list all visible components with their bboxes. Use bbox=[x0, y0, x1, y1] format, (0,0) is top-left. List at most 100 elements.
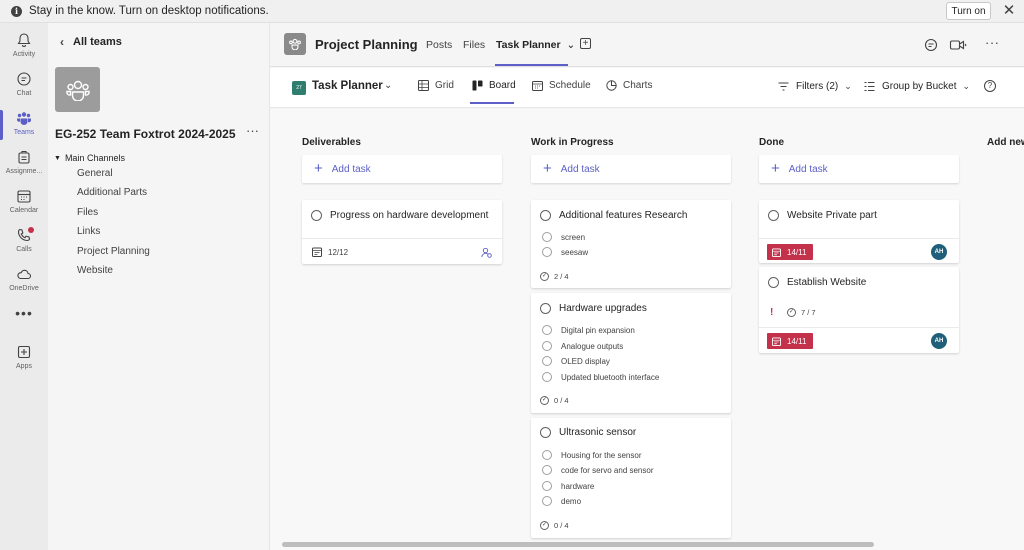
bucket-title[interactable]: Work in Progress bbox=[531, 137, 614, 148]
chevron-down-icon[interactable]: ⌄ bbox=[384, 80, 392, 91]
view-board[interactable]: Board bbox=[472, 80, 516, 91]
complete-task-checkbox[interactable] bbox=[768, 277, 779, 288]
plus-icon: + bbox=[771, 160, 780, 177]
rail-item-teams[interactable]: Teams bbox=[0, 106, 48, 144]
team-name[interactable]: EG-252 Team Foxtrot 2024-2025 bbox=[55, 127, 245, 141]
plan-name[interactable]: Task Planner bbox=[312, 80, 383, 92]
channel-project-planning[interactable]: Project Planning bbox=[77, 246, 150, 257]
rail-item-onedrive[interactable]: OneDrive bbox=[0, 262, 48, 300]
view-schedule[interactable]: Schedule bbox=[532, 80, 591, 91]
video-call-icon[interactable] bbox=[949, 38, 967, 52]
checklist-item-checkbox[interactable] bbox=[542, 341, 552, 351]
checklist-item: screen bbox=[561, 233, 586, 242]
rail-item-assignments[interactable]: Assignme... bbox=[0, 145, 48, 183]
checklist-progress-text: 2 / 4 bbox=[554, 272, 569, 281]
view-grid[interactable]: Grid bbox=[418, 80, 454, 91]
complete-task-checkbox[interactable] bbox=[768, 210, 779, 221]
rail-item-apps[interactable]: Apps bbox=[0, 340, 48, 378]
close-icon[interactable]: ✕ bbox=[1002, 3, 1016, 19]
rail-label: Apps bbox=[16, 363, 32, 370]
assign-person-icon[interactable] bbox=[481, 247, 492, 258]
checklist-item-checkbox[interactable] bbox=[542, 325, 552, 335]
bucket-title[interactable]: Done bbox=[759, 137, 784, 148]
group-by-button[interactable]: Group by Bucket ⌄ bbox=[864, 81, 970, 92]
divider bbox=[759, 238, 959, 239]
due-date-text: 14/11 bbox=[787, 247, 807, 257]
teams-icon bbox=[17, 112, 31, 125]
horizontal-scrollbar[interactable] bbox=[282, 542, 874, 547]
checklist-progress-text: 0 / 4 bbox=[554, 521, 569, 530]
add-task-button[interactable]: + Add task bbox=[302, 155, 502, 183]
avatar[interactable]: AH bbox=[931, 333, 947, 349]
rail-label: Calls bbox=[16, 246, 32, 253]
chat-icon[interactable] bbox=[924, 38, 938, 52]
task-card[interactable]: Website Private part 14/11 AH bbox=[759, 200, 959, 263]
section-label: Main Channels bbox=[64, 153, 125, 163]
checklist-item-checkbox[interactable] bbox=[542, 481, 552, 491]
channel-general[interactable]: General bbox=[77, 168, 113, 179]
add-task-button[interactable]: + Add task bbox=[759, 155, 959, 183]
view-charts[interactable]: Charts bbox=[606, 80, 652, 91]
app-rail: Activity Chat Teams Assignme... Calendar… bbox=[0, 23, 48, 550]
chevron-left-icon: ‹ bbox=[60, 35, 64, 49]
turn-on-button[interactable]: Turn on bbox=[946, 2, 991, 20]
channel-links[interactable]: Links bbox=[77, 226, 100, 237]
checklist-item-checkbox[interactable] bbox=[542, 247, 552, 257]
add-task-button[interactable]: + Add task bbox=[531, 155, 731, 183]
plus-icon: + bbox=[543, 160, 552, 177]
task-card[interactable]: Establish Website ! ✓ 7 / 7 14/11 AH bbox=[759, 267, 959, 353]
checklist-item: seesaw bbox=[561, 248, 589, 257]
checklist-progress: ✓ 2 / 4 bbox=[540, 272, 569, 281]
bucket-title[interactable]: Deliverables bbox=[302, 137, 361, 148]
help-icon[interactable]: ? bbox=[984, 80, 996, 92]
task-card[interactable]: Additional features Research screen sees… bbox=[531, 200, 731, 288]
channel-website[interactable]: Website bbox=[77, 265, 113, 276]
view-label: Charts bbox=[623, 80, 653, 91]
task-card[interactable]: Progress on hardware development 12/12 bbox=[302, 200, 502, 264]
add-tab-icon[interactable]: + bbox=[580, 38, 591, 49]
due-date: 12/12 bbox=[312, 247, 348, 257]
calendar-icon bbox=[772, 247, 781, 257]
task-card[interactable]: Ultrasonic sensor Housing for the sensor… bbox=[531, 418, 731, 538]
rail-item-calls[interactable]: Calls bbox=[0, 223, 48, 261]
add-new-bucket-button[interactable]: Add new bucket bbox=[987, 137, 1024, 148]
checklist-item: OLED display bbox=[561, 357, 610, 366]
checklist-item-checkbox[interactable] bbox=[542, 372, 552, 382]
team-more-options-icon[interactable]: ··· bbox=[246, 123, 259, 138]
check-circle-icon: ✓ bbox=[540, 396, 549, 405]
complete-task-checkbox[interactable] bbox=[311, 210, 322, 221]
checklist-item-checkbox[interactable] bbox=[542, 496, 552, 506]
more-options-icon[interactable]: ··· bbox=[985, 35, 1000, 50]
checklist-item-checkbox[interactable] bbox=[542, 356, 552, 366]
all-teams-link[interactable]: ‹ All teams bbox=[60, 35, 122, 49]
active-view-indicator bbox=[470, 102, 514, 104]
checklist-item-checkbox[interactable] bbox=[542, 465, 552, 475]
channel-files[interactable]: Files bbox=[77, 207, 98, 218]
checklist-item-checkbox[interactable] bbox=[542, 450, 552, 460]
board: Deliverables Work in Progress Done Add n… bbox=[270, 109, 1024, 550]
tab-task-planner[interactable]: Task Planner ⌄ bbox=[496, 39, 575, 51]
task-title: Establish Website bbox=[787, 277, 867, 288]
complete-task-checkbox[interactable] bbox=[540, 427, 551, 438]
filters-button[interactable]: Filters (2) ⌄ bbox=[778, 81, 852, 92]
main-channels-section[interactable]: ▼ Main Channels bbox=[54, 153, 125, 163]
tab-posts[interactable]: Posts bbox=[426, 39, 452, 51]
rail-item-calendar[interactable]: Calendar bbox=[0, 184, 48, 222]
calendar-icon bbox=[312, 247, 322, 257]
checklist-progress-text: 0 / 4 bbox=[554, 396, 569, 405]
more-apps-icon[interactable]: ••• bbox=[0, 305, 48, 321]
rail-item-activity[interactable]: Activity bbox=[0, 28, 48, 66]
checklist-item-checkbox[interactable] bbox=[542, 232, 552, 242]
complete-task-checkbox[interactable] bbox=[540, 303, 551, 314]
chevron-down-icon: ⌄ bbox=[566, 39, 576, 51]
board-icon bbox=[472, 80, 483, 91]
avatar[interactable]: AH bbox=[931, 244, 947, 260]
tab-files[interactable]: Files bbox=[463, 39, 485, 51]
team-group-icon bbox=[65, 80, 90, 101]
task-card[interactable]: Hardware upgrades Digital pin expansion … bbox=[531, 293, 731, 413]
rail-item-chat[interactable]: Chat bbox=[0, 67, 48, 105]
complete-task-checkbox[interactable] bbox=[540, 210, 551, 221]
task-title: Additional features Research bbox=[559, 210, 688, 221]
channel-additional-parts[interactable]: Additional Parts bbox=[77, 187, 147, 198]
rail-label: Teams bbox=[13, 129, 35, 136]
